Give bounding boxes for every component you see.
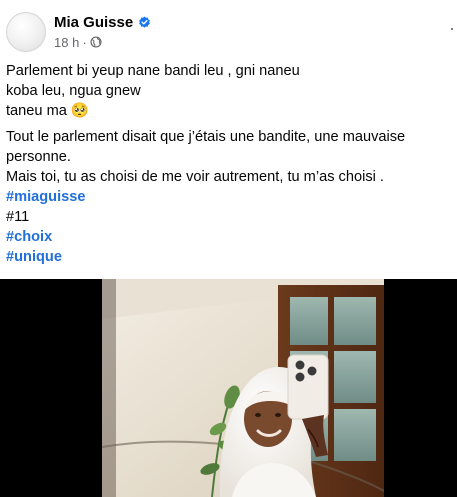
post-timestamp[interactable]: 18 h <box>54 35 79 50</box>
post-meta: 18 h · <box>54 34 102 50</box>
facebook-post: Mia Guisse 18 h · ··· Parlemen <box>0 0 457 497</box>
post-text: Parlement bi yeup nane bandi leu , gni n… <box>6 61 446 267</box>
meta-separator: · <box>82 34 87 50</box>
verified-badge-icon <box>138 15 151 29</box>
hashtag-link[interactable]: #miaguisse <box>6 187 446 207</box>
mirror-selfie-image <box>102 279 384 497</box>
post-media[interactable] <box>0 279 457 497</box>
hashtag-link[interactable]: #choix <box>6 227 446 247</box>
post-photo[interactable] <box>102 279 384 497</box>
post-line: taneu ma 🥺 <box>6 103 90 119</box>
globe-icon[interactable] <box>90 36 102 48</box>
number-tag: #11 <box>6 209 30 225</box>
post-line: Mais toi, tu as choisi de me voir autrem… <box>6 169 384 185</box>
more-options-button[interactable]: ··· <box>449 18 457 38</box>
hashtag-link[interactable]: #unique <box>6 247 446 267</box>
post-header: Mia Guisse 18 h · ··· <box>0 0 457 56</box>
author-name[interactable]: Mia Guisse <box>54 14 133 31</box>
post-line: Tout le parlement disait que j’étais une… <box>6 129 406 145</box>
post-line: personne. <box>6 149 71 165</box>
avatar[interactable] <box>6 12 46 52</box>
post-line: Parlement bi yeup nane bandi leu , gni n… <box>6 63 300 79</box>
post-paragraph-intro: Parlement bi yeup nane bandi leu , gni n… <box>6 61 446 121</box>
author-row: Mia Guisse <box>54 12 151 32</box>
post-line: koba leu, ngua gnew <box>6 83 141 99</box>
post-paragraph-body: Tout le parlement disait que j’étais une… <box>6 127 446 267</box>
